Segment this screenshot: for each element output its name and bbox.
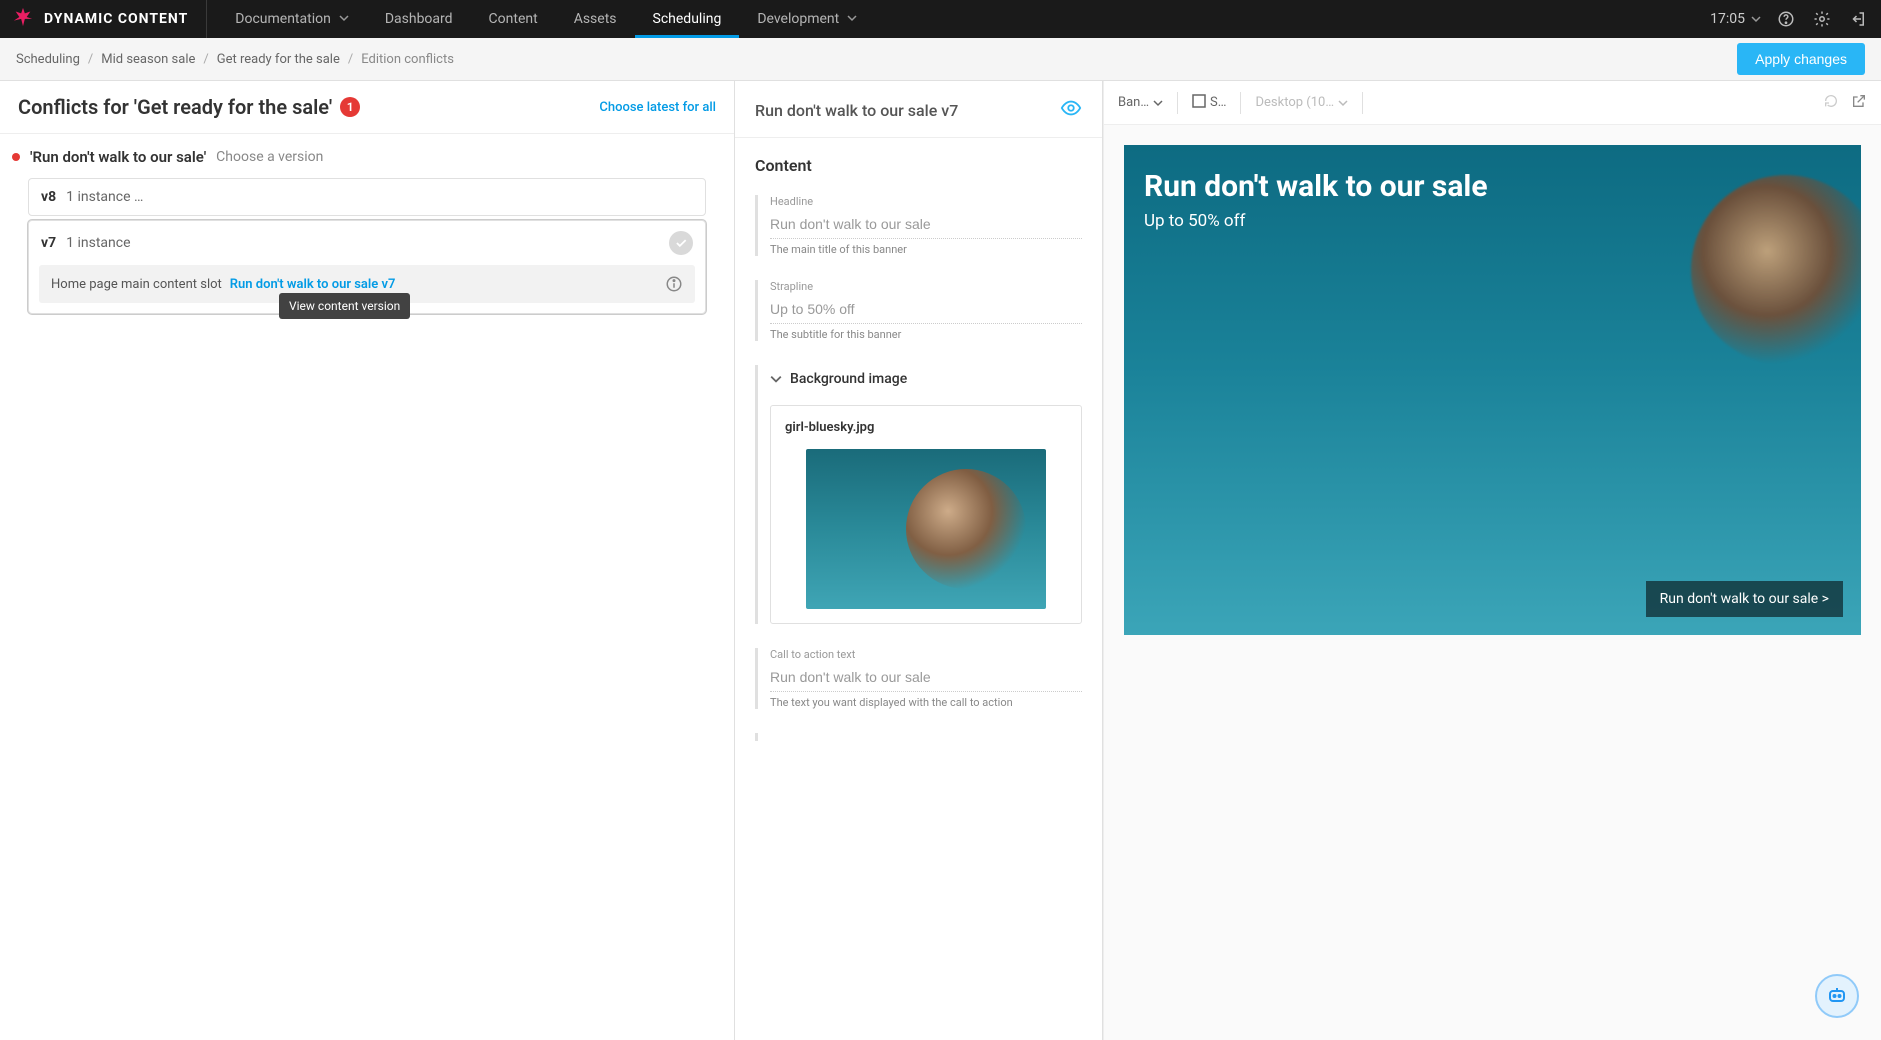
cta-help: The text you want displayed with the cal… <box>770 696 1082 709</box>
banner-image-decoration <box>1691 175 1861 365</box>
nav-dashboard[interactable]: Dashboard <box>367 0 471 38</box>
headline-help: The main title of this banner <box>770 243 1082 256</box>
version-card-v7[interactable]: v7 1 instance Home page main content slo… <box>28 220 706 314</box>
chat-bot-icon <box>1825 984 1849 1008</box>
slot-name: Home page main content slot <box>51 277 222 292</box>
conflicts-header: Conflicts for 'Get ready for the sale' 1… <box>0 81 734 133</box>
nav-assets[interactable]: Assets <box>556 0 635 38</box>
preview-type-value: Ban… <box>1118 95 1149 110</box>
chevron-down-icon <box>1153 98 1163 108</box>
chevron-down-icon <box>339 11 349 27</box>
headline-label: Headline <box>770 195 1082 208</box>
strapline-label: Strapline <box>770 280 1082 293</box>
preview-size-value: S… <box>1210 95 1226 110</box>
banner-preview: Run don't walk to our sale Up to 50% off… <box>1124 145 1861 635</box>
content-form-panel: Run don't walk to our sale v7 Content He… <box>735 81 1103 1040</box>
version-number: v7 <box>41 235 56 251</box>
crumb-get-ready[interactable]: Get ready for the sale <box>217 52 340 67</box>
preview-toggle-icon[interactable] <box>1060 97 1082 123</box>
chevron-down-icon <box>847 11 857 27</box>
conflicts-title: Conflicts for 'Get ready for the sale' <box>18 95 332 119</box>
headline-input[interactable] <box>770 212 1082 239</box>
chat-bubble-button[interactable] <box>1815 974 1859 1018</box>
logout-icon[interactable] <box>1847 8 1869 30</box>
preview-size-select[interactable]: S… <box>1192 94 1226 112</box>
nav-dashboard-label: Dashboard <box>385 11 453 27</box>
background-image-label: Background image <box>790 371 907 387</box>
tooltip: View content version <box>279 293 410 319</box>
banner-cta: Run don't walk to our sale > <box>1646 581 1843 617</box>
conflicts-count-badge: 1 <box>340 97 360 117</box>
crumb-mid-season-sale[interactable]: Mid season sale <box>101 52 195 67</box>
breadcrumb: Scheduling/ Mid season sale/ Get ready f… <box>16 52 454 67</box>
brand-icon <box>12 6 34 32</box>
background-image-thumbnail <box>806 449 1046 609</box>
main-nav: Documentation Dashboard Content Assets S… <box>217 0 875 38</box>
slot-content-link[interactable]: Run don't walk to our sale v7 <box>230 277 396 292</box>
brand-text: DYNAMIC CONTENT <box>44 11 188 27</box>
topbar: DYNAMIC CONTENT Documentation Dashboard … <box>0 0 1881 38</box>
preview-body: Run don't walk to our sale Up to 50% off… <box>1104 125 1881 1040</box>
chevron-down-icon <box>1338 98 1348 108</box>
choose-latest-all-link[interactable]: Choose latest for all <box>599 100 716 115</box>
settings-icon[interactable] <box>1811 8 1833 30</box>
conflict-status-icon <box>12 153 20 161</box>
topbar-right: 17:05 <box>1710 8 1869 30</box>
nav-assets-label: Assets <box>574 11 617 27</box>
headline-field: Headline The main title of this banner <box>755 195 1082 256</box>
rotate-icon[interactable] <box>1823 93 1839 113</box>
square-icon <box>1192 94 1206 112</box>
nav-scheduling-label: Scheduling <box>653 11 722 27</box>
strapline-field: Strapline The subtitle for this banner <box>755 280 1082 341</box>
brand: DYNAMIC CONTENT <box>12 0 207 38</box>
preview-device-value: Desktop (10… <box>1255 95 1334 110</box>
preview-panel: Ban… S… Desktop (10… Run don't walk <box>1103 81 1881 1040</box>
nav-documentation-label: Documentation <box>235 11 331 27</box>
conflicts-panel: Conflicts for 'Get ready for the sale' 1… <box>0 81 735 1040</box>
selected-check-icon <box>669 231 693 255</box>
crumb-scheduling[interactable]: Scheduling <box>16 52 80 67</box>
chevron-down-icon <box>770 373 782 385</box>
slot-row: Home page main content slot Run don't wa… <box>39 265 695 303</box>
version-instances: 1 instance <box>66 235 130 251</box>
section-title: Content <box>755 156 1082 175</box>
crumb-current: Edition conflicts <box>361 52 454 67</box>
nav-development[interactable]: Development <box>739 0 875 38</box>
version-instances: 1 instance … <box>66 189 143 205</box>
banner-title: Run don't walk to our sale <box>1144 169 1632 205</box>
choose-version-hint: Choose a version <box>216 149 323 165</box>
nav-development-label: Development <box>757 11 839 27</box>
strapline-input[interactable] <box>770 297 1082 324</box>
nav-content[interactable]: Content <box>471 0 556 38</box>
content-form-header: Run don't walk to our sale v7 <box>735 81 1102 137</box>
cta-field: Call to action text The text you want di… <box>755 648 1082 709</box>
nav-content-label: Content <box>489 11 538 27</box>
content-title: Run don't walk to our sale v7 <box>755 101 958 120</box>
subheader: Scheduling/ Mid season sale/ Get ready f… <box>0 38 1881 81</box>
nav-documentation[interactable]: Documentation <box>217 0 367 38</box>
cta-input[interactable] <box>770 665 1082 692</box>
version-card-v8[interactable]: v8 1 instance … <box>28 178 706 216</box>
time-selector[interactable]: 17:05 <box>1710 11 1761 27</box>
cta-label: Call to action text <box>770 648 1082 661</box>
background-image-toggle[interactable]: Background image <box>770 365 1082 393</box>
nav-scheduling[interactable]: Scheduling <box>635 0 740 38</box>
help-icon[interactable] <box>1775 8 1797 30</box>
background-image-card[interactable]: girl-bluesky.jpg <box>770 405 1082 624</box>
info-icon[interactable] <box>665 275 683 293</box>
preview-device-select[interactable]: Desktop (10… <box>1255 95 1348 110</box>
conflict-name: 'Run don't walk to our sale' <box>30 148 206 166</box>
open-external-icon[interactable] <box>1851 93 1867 113</box>
background-image-filename: girl-bluesky.jpg <box>785 420 1067 435</box>
preview-toolbar: Ban… S… Desktop (10… <box>1104 81 1881 125</box>
apply-changes-button[interactable]: Apply changes <box>1737 43 1865 75</box>
conflict-item: 'Run don't walk to our sale' Choose a ve… <box>0 134 734 174</box>
preview-type-select[interactable]: Ban… <box>1118 95 1163 110</box>
time-value: 17:05 <box>1710 11 1745 27</box>
chevron-down-icon <box>1751 14 1761 24</box>
strapline-help: The subtitle for this banner <box>770 328 1082 341</box>
version-number: v8 <box>41 189 56 205</box>
